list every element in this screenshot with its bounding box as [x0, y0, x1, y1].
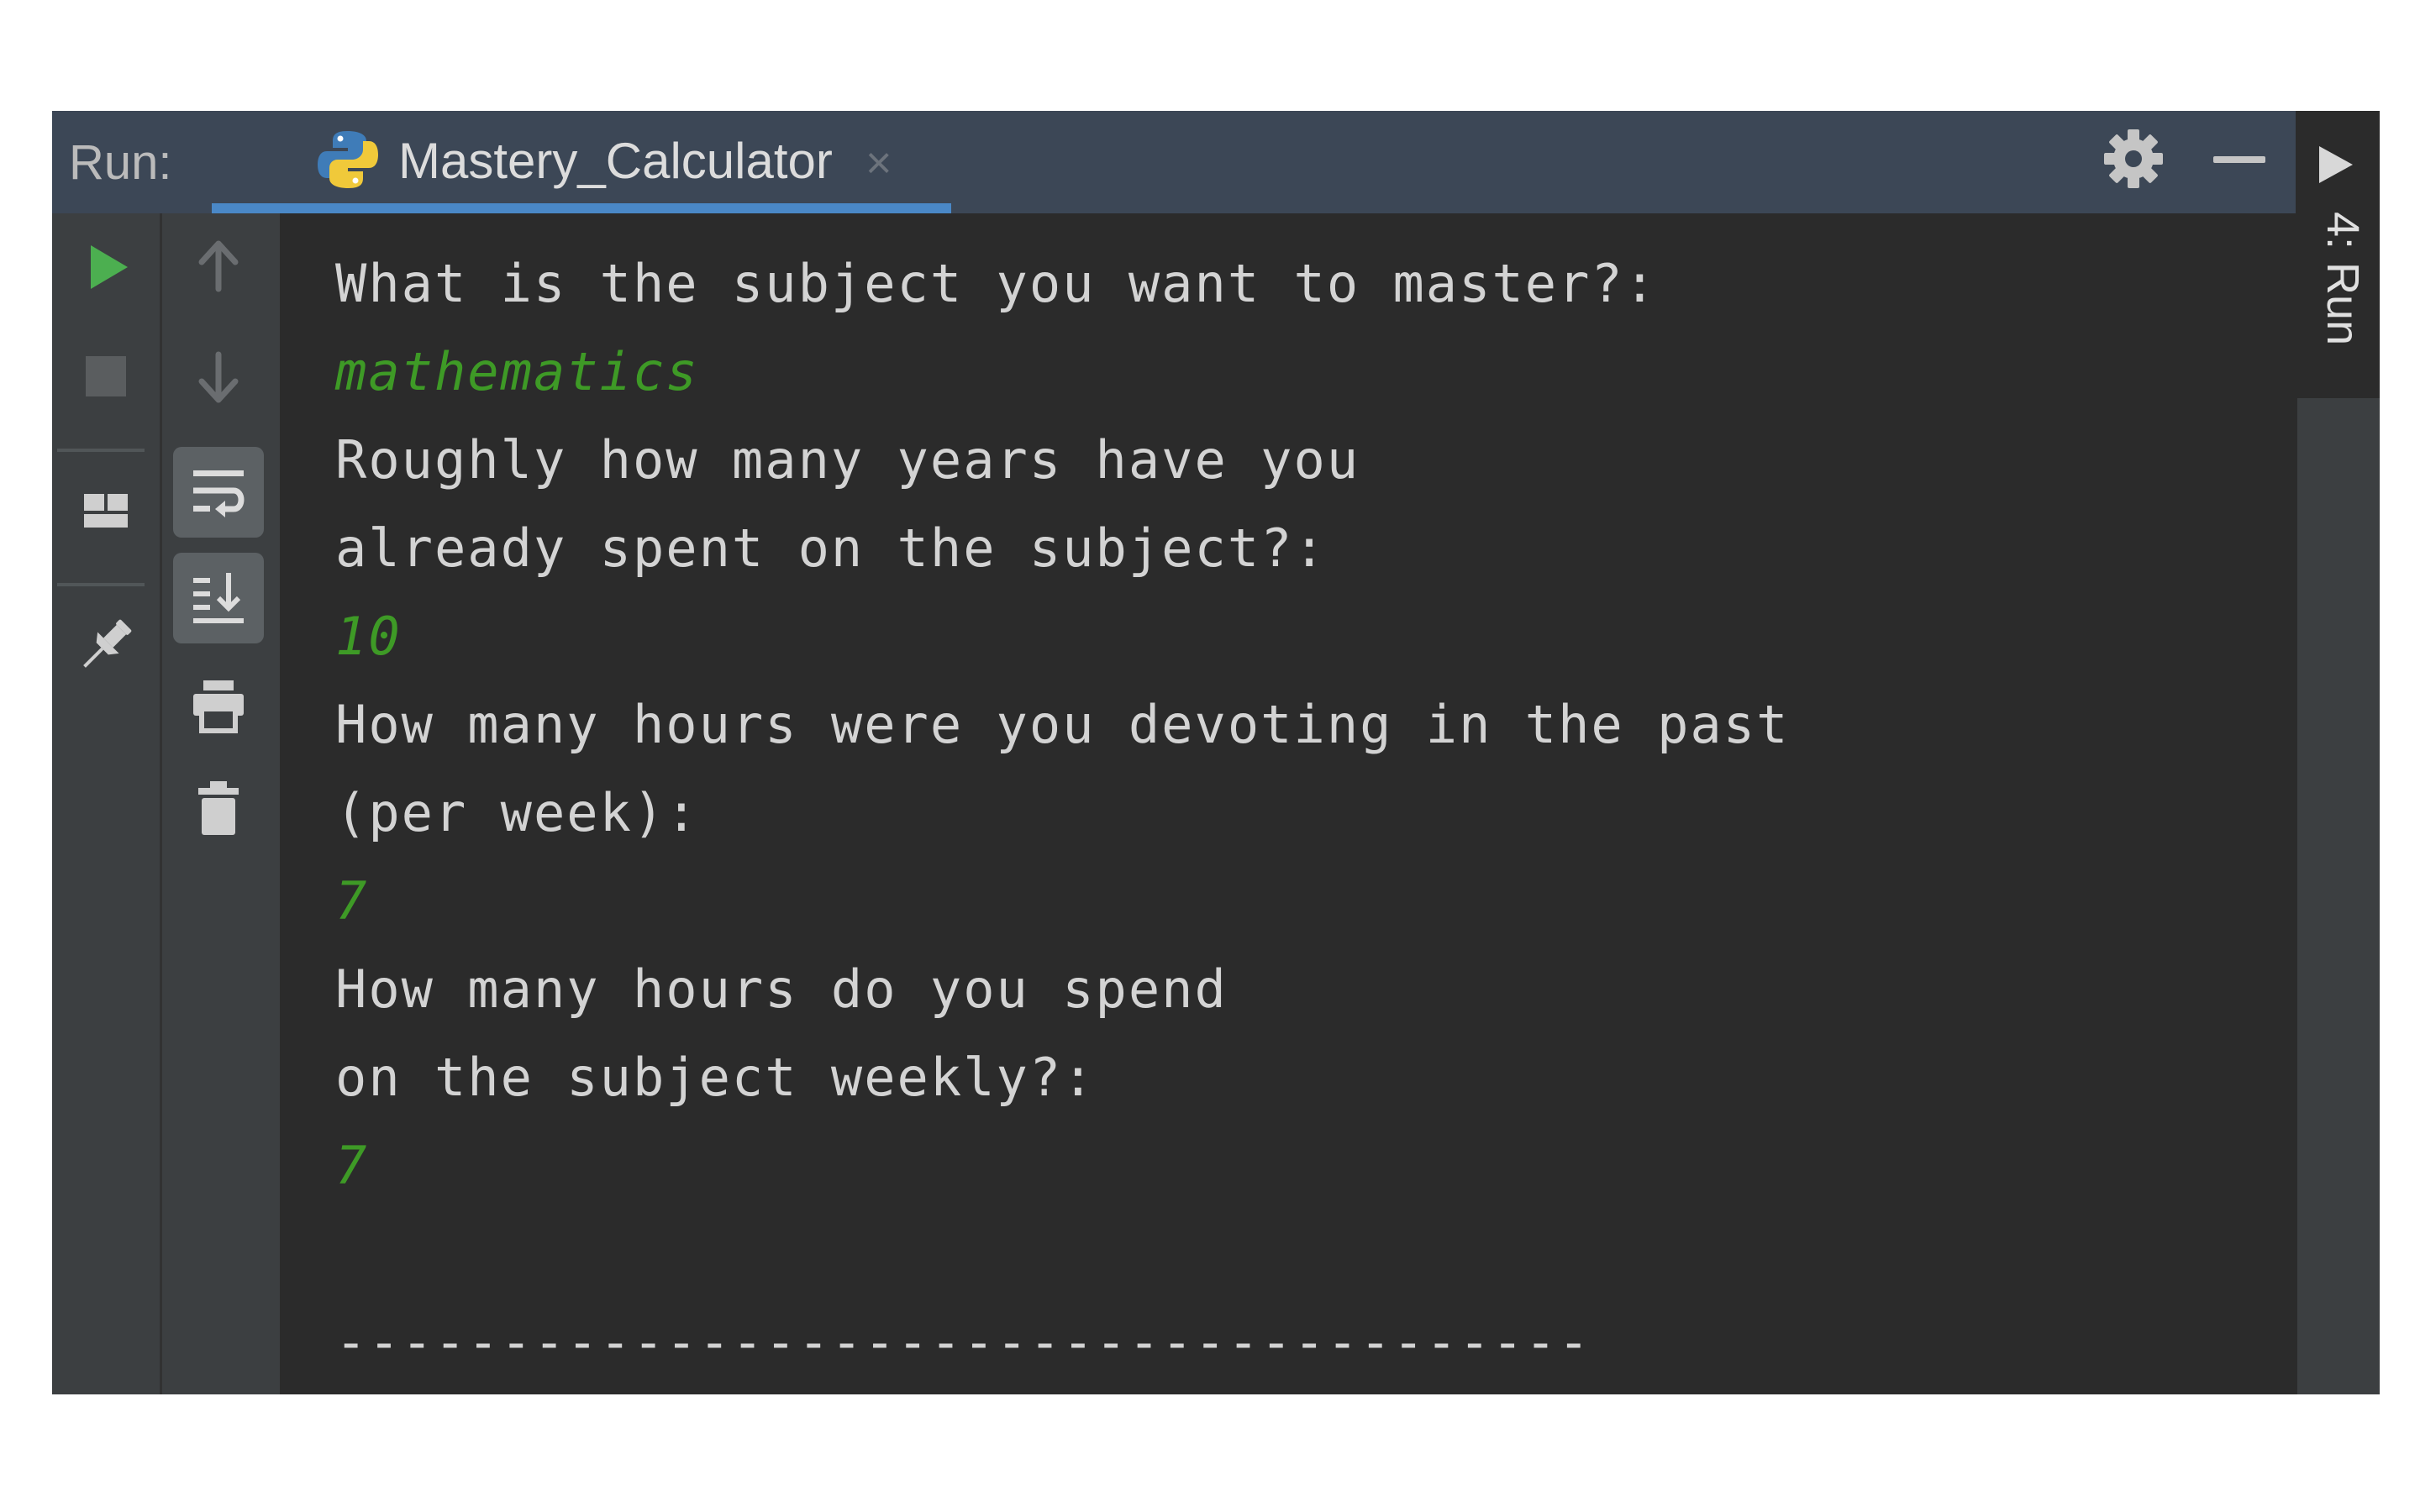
toolbar-separator [57, 449, 145, 452]
arrow-up-icon [198, 240, 239, 292]
print-button[interactable] [173, 659, 264, 749]
console-output-line: Roughly how many years have you [335, 429, 1360, 491]
right-tool-stripe: 4: Run [2297, 111, 2380, 1394]
console-input-line: 7 [335, 1135, 369, 1196]
console-output-line: How many hours do you spend [335, 958, 1228, 1020]
restore-layout-button[interactable] [60, 465, 151, 556]
soft-wrap-icon [193, 470, 245, 517]
console-toolbar [162, 213, 280, 1394]
run-stripe-button[interactable]: 4: Run [2297, 111, 2380, 398]
next-occurrence-button[interactable] [173, 331, 264, 422]
run-tool-window: Run: Mastery_Calculator × 4: Run What is… [52, 111, 2380, 1394]
console-output-line: (per week): [335, 782, 699, 843]
run-icon [91, 245, 128, 289]
toolbar-separator [57, 583, 145, 586]
gear-icon[interactable] [2102, 128, 2165, 190]
console-input-line: 7 [335, 870, 369, 932]
console-output-line: -------------------------------------- [335, 1311, 1591, 1373]
tab-active-indicator [212, 203, 951, 213]
clear-all-button[interactable] [173, 763, 264, 853]
stop-button[interactable] [60, 331, 151, 422]
scroll-to-end-icon [193, 573, 244, 623]
minimize-icon[interactable] [2213, 156, 2265, 163]
console-output[interactable]: What is the subject you want to master?:… [280, 213, 2297, 1394]
python-icon [318, 131, 378, 188]
previous-occurrence-button[interactable] [173, 222, 264, 312]
run-header: Run: Mastery_Calculator × [52, 111, 2296, 213]
soft-wrap-button[interactable] [173, 447, 264, 538]
console-input-line: 10 [335, 606, 402, 667]
left-toolbar [52, 213, 162, 1394]
run-label: Run: [69, 135, 172, 190]
console-output-line: What is the subject you want to master?: [335, 253, 1658, 314]
run-stripe-icon [2319, 146, 2353, 183]
tab-mastery-calculator[interactable]: Mastery_Calculator × [212, 111, 951, 213]
rerun-button[interactable] [60, 222, 151, 312]
console-output-line: on the subject weekly?: [335, 1047, 1096, 1108]
scroll-to-end-button[interactable] [173, 553, 264, 643]
console-input-line: mathematics [335, 341, 699, 402]
close-icon[interactable]: × [865, 138, 892, 188]
pin-icon [83, 619, 132, 668]
console-output-line: How many hours were you devoting in the … [335, 694, 1790, 755]
arrow-down-icon [198, 351, 239, 403]
console-output-line: already spent on the subject?: [335, 517, 1327, 579]
layout-icon [84, 494, 128, 528]
trash-icon [198, 781, 239, 835]
pin-tab-button[interactable] [60, 600, 151, 690]
stop-icon [86, 356, 126, 396]
run-stripe-label: 4: Run [2317, 212, 2368, 346]
print-icon [193, 680, 244, 733]
tab-title: Mastery_Calculator [398, 133, 833, 189]
